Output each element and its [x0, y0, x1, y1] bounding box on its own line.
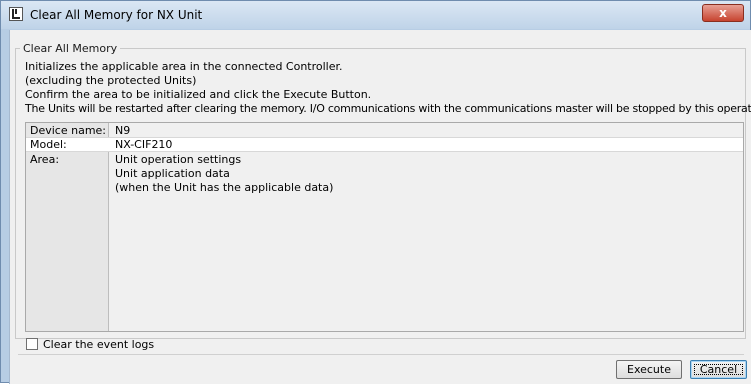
info-row-device-name: Device name: N9	[26, 123, 743, 138]
description-line-4: The Units will be restarted after cleari…	[25, 102, 751, 115]
model-label: Model:	[30, 138, 67, 151]
title-bar[interactable]: Clear All Memory for NX Unit x	[1, 1, 750, 29]
unit-info-table: Device name: N9 Model: NX-CIF210 Area: U…	[25, 122, 744, 332]
area-item: Unit operation settings	[115, 153, 242, 166]
model-value: NX-CIF210	[115, 138, 173, 151]
window-title: Clear All Memory for NX Unit	[30, 8, 203, 22]
device-name-label: Device name:	[30, 124, 107, 137]
description-line-3: Confirm the area to be initialized and c…	[25, 88, 372, 101]
cancel-button-label: Cancel	[699, 363, 738, 376]
area-item: Unit application data	[115, 167, 230, 180]
area-label: Area:	[30, 153, 60, 166]
info-row-area: Area: Unit operation settings Unit appli…	[26, 152, 743, 212]
app-icon	[9, 7, 23, 21]
clear-event-logs-checkbox[interactable]	[26, 338, 38, 350]
device-name-value: N9	[115, 124, 131, 137]
cancel-button[interactable]: Cancel	[690, 360, 747, 379]
execute-button[interactable]: Execute	[616, 360, 682, 379]
dialog-body: Clear All Memory Initializes the applica…	[9, 30, 751, 384]
description-line-2: (excluding the protected Units)	[25, 74, 197, 87]
clear-event-logs-label[interactable]: Clear the event logs	[43, 338, 154, 351]
area-item: (when the Unit has the applicable data)	[115, 181, 334, 194]
close-button[interactable]: x	[702, 4, 744, 22]
group-legend: Clear All Memory	[20, 42, 121, 55]
close-icon: x	[719, 6, 727, 20]
divider	[18, 354, 744, 355]
dialog-window: Clear All Memory for NX Unit x Clear All…	[0, 0, 751, 384]
description-line-1: Initializes the applicable area in the c…	[25, 60, 343, 73]
info-row-model: Model: NX-CIF210	[26, 137, 743, 152]
